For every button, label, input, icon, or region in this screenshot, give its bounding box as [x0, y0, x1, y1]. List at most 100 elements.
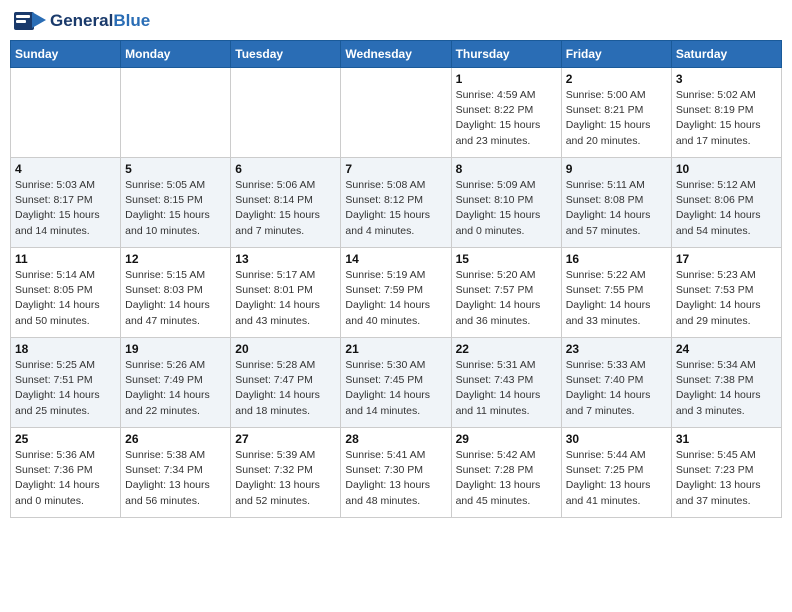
day-info: Sunrise: 5:22 AMSunset: 7:55 PMDaylight:… — [566, 268, 667, 329]
calendar-cell: 4 Sunrise: 5:03 AMSunset: 8:17 PMDaylight… — [11, 158, 121, 248]
calendar-cell: 14Sunrise: 5:19 AMSunset: 7:59 PMDayligh… — [341, 248, 451, 338]
calendar-header-row: SundayMondayTuesdayWednesdayThursdayFrid… — [11, 41, 782, 68]
day-info: Sunrise: 5:26 AMSunset: 7:49 PMDaylight:… — [125, 358, 226, 419]
calendar-cell: 31 Sunrise: 5:45 AMSunset: 7:23 PMDayligh… — [671, 428, 781, 518]
weekday-header-tuesday: Tuesday — [231, 41, 341, 68]
weekday-header-monday: Monday — [121, 41, 231, 68]
day-info: Sunrise: 5:45 AMSunset: 7:23 PMDaylight:… — [676, 448, 777, 509]
day-info: Sunrise: 5:42 AMSunset: 7:28 PMDaylight:… — [456, 448, 557, 509]
logo-text: GeneralBlue — [50, 12, 150, 31]
calendar-week-row: 4 Sunrise: 5:03 AMSunset: 8:17 PMDaylight… — [11, 158, 782, 248]
calendar-cell — [11, 68, 121, 158]
day-number: 6 — [235, 162, 336, 176]
calendar-cell: 1Sunrise: 4:59 AMSunset: 8:22 PMDaylight… — [451, 68, 561, 158]
day-number: 20 — [235, 342, 336, 356]
day-info: Sunrise: 5:06 AMSunset: 8:14 PMDaylight:… — [235, 178, 336, 239]
day-number: 16 — [566, 252, 667, 266]
day-number: 26 — [125, 432, 226, 446]
calendar-cell: 11 Sunrise: 5:14 AMSunset: 8:05 PMDayligh… — [11, 248, 121, 338]
calendar-cell: 15Sunrise: 5:20 AMSunset: 7:57 PMDayligh… — [451, 248, 561, 338]
calendar-cell: 28 Sunrise: 5:41 AMSunset: 7:30 PMDayligh… — [341, 428, 451, 518]
page-header: GeneralBlue — [10, 10, 782, 32]
calendar-cell: 29 Sunrise: 5:42 AMSunset: 7:28 PMDayligh… — [451, 428, 561, 518]
day-number: 22 — [456, 342, 557, 356]
calendar-cell: 8 Sunrise: 5:09 AMSunset: 8:10 PMDaylight… — [451, 158, 561, 248]
day-info: Sunrise: 5:12 AMSunset: 8:06 PMDaylight:… — [676, 178, 777, 239]
day-info: Sunrise: 5:23 AMSunset: 7:53 PMDaylight:… — [676, 268, 777, 329]
day-info: Sunrise: 5:00 AMSunset: 8:21 PMDaylight:… — [566, 88, 667, 149]
day-number: 4 — [15, 162, 116, 176]
day-info: Sunrise: 5:30 AMSunset: 7:45 PMDaylight:… — [345, 358, 446, 419]
calendar-cell: 23 Sunrise: 5:33 AMSunset: 7:40 PMDayligh… — [561, 338, 671, 428]
logo: GeneralBlue — [14, 10, 150, 32]
calendar-cell: 6 Sunrise: 5:06 AMSunset: 8:14 PMDaylight… — [231, 158, 341, 248]
calendar-cell: 10 Sunrise: 5:12 AMSunset: 8:06 PMDayligh… — [671, 158, 781, 248]
calendar-cell: 2 Sunrise: 5:00 AMSunset: 8:21 PMDaylight… — [561, 68, 671, 158]
calendar-cell: 21 Sunrise: 5:30 AMSunset: 7:45 PMDayligh… — [341, 338, 451, 428]
day-number: 29 — [456, 432, 557, 446]
calendar-cell: 17 Sunrise: 5:23 AMSunset: 7:53 PMDayligh… — [671, 248, 781, 338]
day-number: 8 — [456, 162, 557, 176]
calendar-cell: 13Sunrise: 5:17 AMSunset: 8:01 PMDayligh… — [231, 248, 341, 338]
calendar-cell: 27 Sunrise: 5:39 AMSunset: 7:32 PMDayligh… — [231, 428, 341, 518]
day-number: 21 — [345, 342, 446, 356]
logo-icon — [14, 10, 46, 32]
calendar-cell: 9 Sunrise: 5:11 AMSunset: 8:08 PMDaylight… — [561, 158, 671, 248]
day-info: Sunrise: 5:33 AMSunset: 7:40 PMDaylight:… — [566, 358, 667, 419]
day-info: Sunrise: 5:41 AMSunset: 7:30 PMDaylight:… — [345, 448, 446, 509]
day-info: Sunrise: 5:28 AMSunset: 7:47 PMDaylight:… — [235, 358, 336, 419]
calendar-table: SundayMondayTuesdayWednesdayThursdayFrid… — [10, 40, 782, 518]
day-number: 27 — [235, 432, 336, 446]
day-info: Sunrise: 5:02 AMSunset: 8:19 PMDaylight:… — [676, 88, 777, 149]
day-info: Sunrise: 5:38 AMSunset: 7:34 PMDaylight:… — [125, 448, 226, 509]
calendar-week-row: 11 Sunrise: 5:14 AMSunset: 8:05 PMDayligh… — [11, 248, 782, 338]
day-info: Sunrise: 5:25 AMSunset: 7:51 PMDaylight:… — [15, 358, 116, 419]
day-number: 12 — [125, 252, 226, 266]
day-number: 10 — [676, 162, 777, 176]
calendar-cell: 12Sunrise: 5:15 AMSunset: 8:03 PMDayligh… — [121, 248, 231, 338]
calendar-cell: 7 Sunrise: 5:08 AMSunset: 8:12 PMDaylight… — [341, 158, 451, 248]
day-info: Sunrise: 5:03 AMSunset: 8:17 PMDaylight:… — [15, 178, 116, 239]
calendar-cell: 5Sunrise: 5:05 AMSunset: 8:15 PMDaylight… — [121, 158, 231, 248]
day-number: 11 — [15, 252, 116, 266]
calendar-cell: 19 Sunrise: 5:26 AMSunset: 7:49 PMDayligh… — [121, 338, 231, 428]
calendar-cell: 16 Sunrise: 5:22 AMSunset: 7:55 PMDayligh… — [561, 248, 671, 338]
day-info: Sunrise: 5:39 AMSunset: 7:32 PMDaylight:… — [235, 448, 336, 509]
day-info: Sunrise: 5:36 AMSunset: 7:36 PMDaylight:… — [15, 448, 116, 509]
day-number: 19 — [125, 342, 226, 356]
day-number: 5 — [125, 162, 226, 176]
calendar-week-row: 25 Sunrise: 5:36 AMSunset: 7:36 PMDayligh… — [11, 428, 782, 518]
calendar-week-row: 18 Sunrise: 5:25 AMSunset: 7:51 PMDayligh… — [11, 338, 782, 428]
calendar-cell: 25 Sunrise: 5:36 AMSunset: 7:36 PMDayligh… — [11, 428, 121, 518]
day-info: Sunrise: 5:11 AMSunset: 8:08 PMDaylight:… — [566, 178, 667, 239]
day-info: Sunrise: 5:31 AMSunset: 7:43 PMDaylight:… — [456, 358, 557, 419]
calendar-cell: 24Sunrise: 5:34 AMSunset: 7:38 PMDayligh… — [671, 338, 781, 428]
day-number: 28 — [345, 432, 446, 446]
day-info: Sunrise: 5:34 AMSunset: 7:38 PMDaylight:… — [676, 358, 777, 419]
weekday-header-wednesday: Wednesday — [341, 41, 451, 68]
day-info: Sunrise: 5:20 AMSunset: 7:57 PMDaylight:… — [456, 268, 557, 329]
day-number: 31 — [676, 432, 777, 446]
day-number: 13 — [235, 252, 336, 266]
calendar-cell: 18 Sunrise: 5:25 AMSunset: 7:51 PMDayligh… — [11, 338, 121, 428]
day-info: Sunrise: 5:09 AMSunset: 8:10 PMDaylight:… — [456, 178, 557, 239]
day-number: 7 — [345, 162, 446, 176]
day-number: 17 — [676, 252, 777, 266]
day-number: 9 — [566, 162, 667, 176]
calendar-cell — [341, 68, 451, 158]
calendar-cell: 20 Sunrise: 5:28 AMSunset: 7:47 PMDayligh… — [231, 338, 341, 428]
calendar-cell: 26 Sunrise: 5:38 AMSunset: 7:34 PMDayligh… — [121, 428, 231, 518]
calendar-cell — [231, 68, 341, 158]
day-number: 25 — [15, 432, 116, 446]
calendar-week-row: 1Sunrise: 4:59 AMSunset: 8:22 PMDaylight… — [11, 68, 782, 158]
day-number: 18 — [15, 342, 116, 356]
day-info: Sunrise: 5:14 AMSunset: 8:05 PMDaylight:… — [15, 268, 116, 329]
day-number: 2 — [566, 72, 667, 86]
day-number: 3 — [676, 72, 777, 86]
day-number: 30 — [566, 432, 667, 446]
weekday-header-friday: Friday — [561, 41, 671, 68]
day-info: Sunrise: 5:08 AMSunset: 8:12 PMDaylight:… — [345, 178, 446, 239]
day-number: 23 — [566, 342, 667, 356]
calendar-cell — [121, 68, 231, 158]
day-info: Sunrise: 5:44 AMSunset: 7:25 PMDaylight:… — [566, 448, 667, 509]
